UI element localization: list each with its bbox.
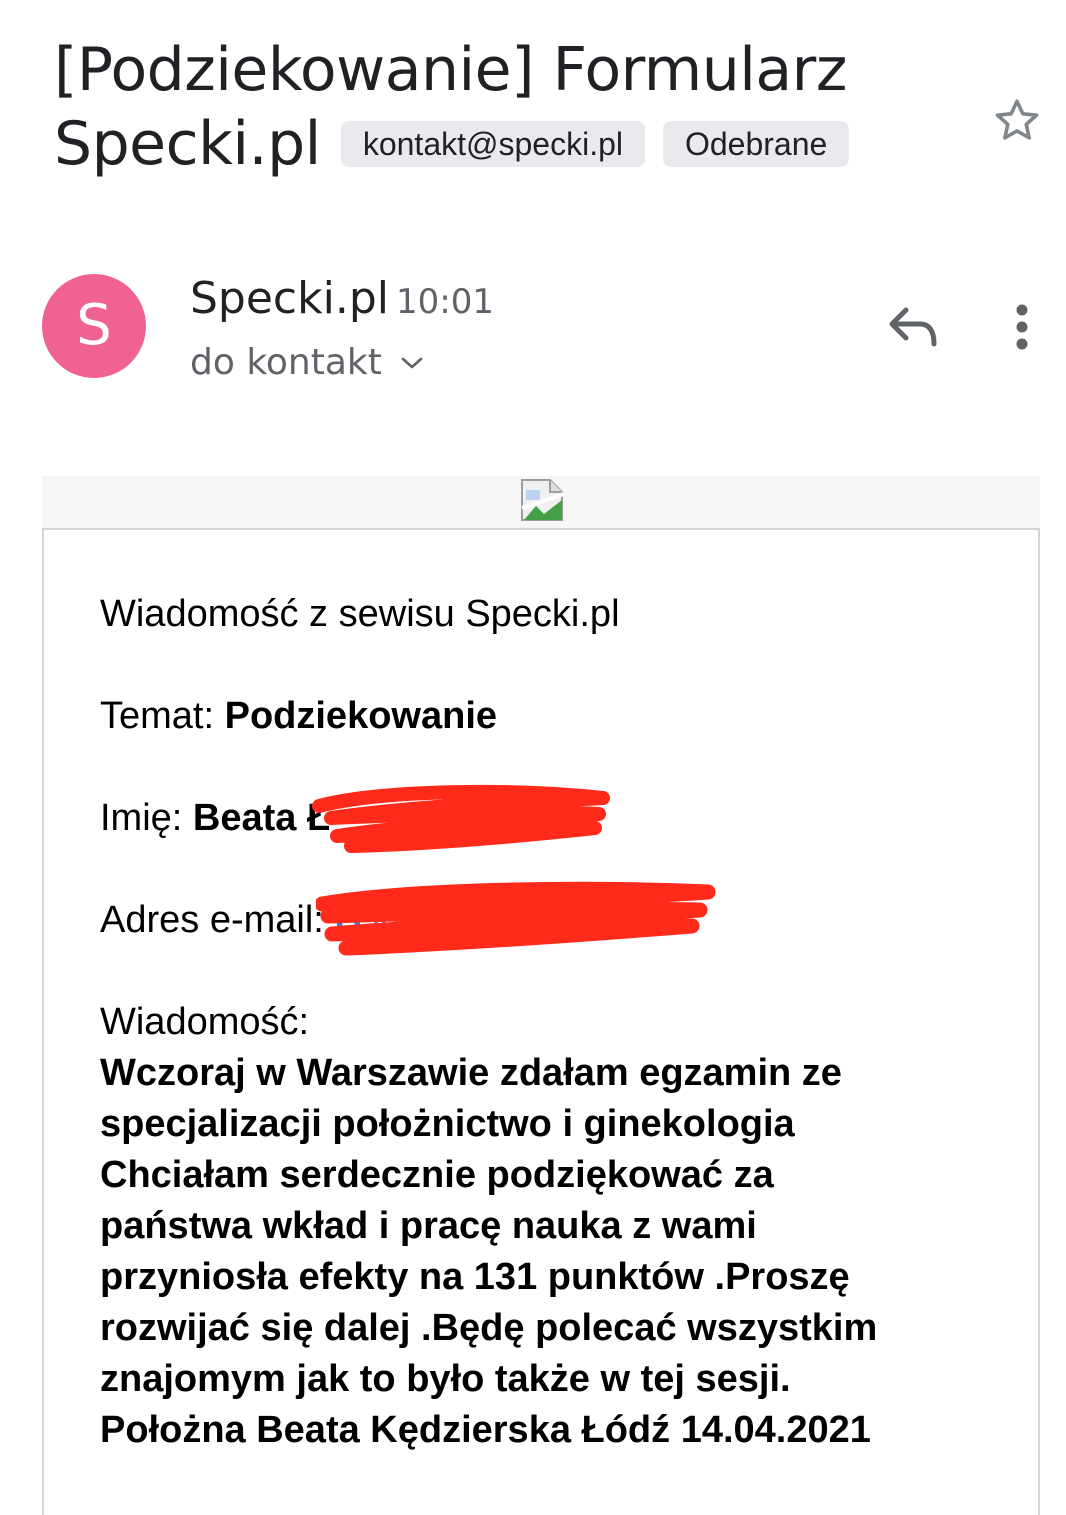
- message-line: rozwijać się dalej .Będę polecać wszystk…: [100, 1307, 878, 1349]
- more-vert-icon[interactable]: [1006, 300, 1038, 354]
- name-field-label: Imię:: [100, 797, 183, 839]
- email-content: Wiadomość z sewisu Specki.pl Temat: Podz…: [100, 588, 1000, 1456]
- message-line: Położna Beata Kędzierska Łódź 14.04.2021: [100, 1409, 871, 1451]
- subject-field-value: Podziekowanie: [224, 695, 498, 737]
- email-field: Adres e-mail: B @onet.pl: [100, 881, 1000, 956]
- chevron-down-icon: [401, 357, 423, 369]
- subject-field: Temat: Podziekowanie: [100, 690, 1000, 742]
- intro-text: Wiadomość z sewisu Specki.pl: [100, 593, 620, 635]
- label-chip-inbox[interactable]: Odebrane: [662, 121, 850, 167]
- message-line: Wczoraj w Warszawie zdałam egzamin ze: [100, 1052, 842, 1094]
- reply-icon[interactable]: [886, 302, 940, 350]
- recipient-toggle[interactable]: do kontakt: [190, 340, 424, 386]
- email-field-label: Adres e-mail:: [100, 899, 324, 941]
- subject-field-label: Temat:: [100, 695, 215, 737]
- email-view: [Podziekowanie] Formularz Specki.pl kont…: [0, 0, 1066, 1515]
- subject-line-1: [Podziekowanie] Formularz: [54, 35, 847, 105]
- name-field: Imię: Beata Ł: [100, 784, 1000, 853]
- label-chip-kontakt[interactable]: kontakt@specki.pl: [340, 121, 645, 167]
- sent-time: 10:01: [396, 282, 494, 322]
- message-line: znajomym jak to było także w tej sesji.: [100, 1358, 791, 1400]
- message-line: Chciałam serdecznie podziękować za: [100, 1154, 774, 1196]
- message-label: Wiadomość:: [100, 1001, 310, 1043]
- email-field-link[interactable]: B @onet.pl: [334, 899, 534, 941]
- recipient-label: do kontakt: [190, 342, 382, 383]
- avatar[interactable]: S: [42, 274, 146, 378]
- email-header-image: [42, 476, 1040, 530]
- email-subject: [Podziekowanie] Formularz Specki.pl kont…: [54, 38, 954, 176]
- subject-line-2-row: Specki.pl kontakt@specki.pl Odebrane: [54, 112, 954, 176]
- message-line: państwa wkład i pracę nauka z wami: [100, 1205, 757, 1247]
- email-body: Wiadomość z sewisu Specki.pl Temat: Podz…: [42, 530, 1040, 1515]
- message-line: przyniosła efekty na 131 punktów .Proszę: [100, 1256, 850, 1298]
- message-body: Wczoraj w Warszawie zdałam egzamin ze sp…: [100, 1048, 1000, 1456]
- message-line: specjalizacji położnictwo i ginekologia: [100, 1103, 795, 1145]
- sender-name[interactable]: Specki.pl: [190, 272, 389, 326]
- name-field-value: Beata Ł: [192, 797, 331, 839]
- subject-line-2: Specki.pl: [54, 109, 321, 179]
- name-field-value-wrap: Beata Ł: [192, 784, 610, 853]
- broken-image-icon: [521, 479, 564, 521]
- email-field-value-wrap: B @onet.pl: [316, 881, 716, 956]
- star-icon[interactable]: [990, 94, 1044, 148]
